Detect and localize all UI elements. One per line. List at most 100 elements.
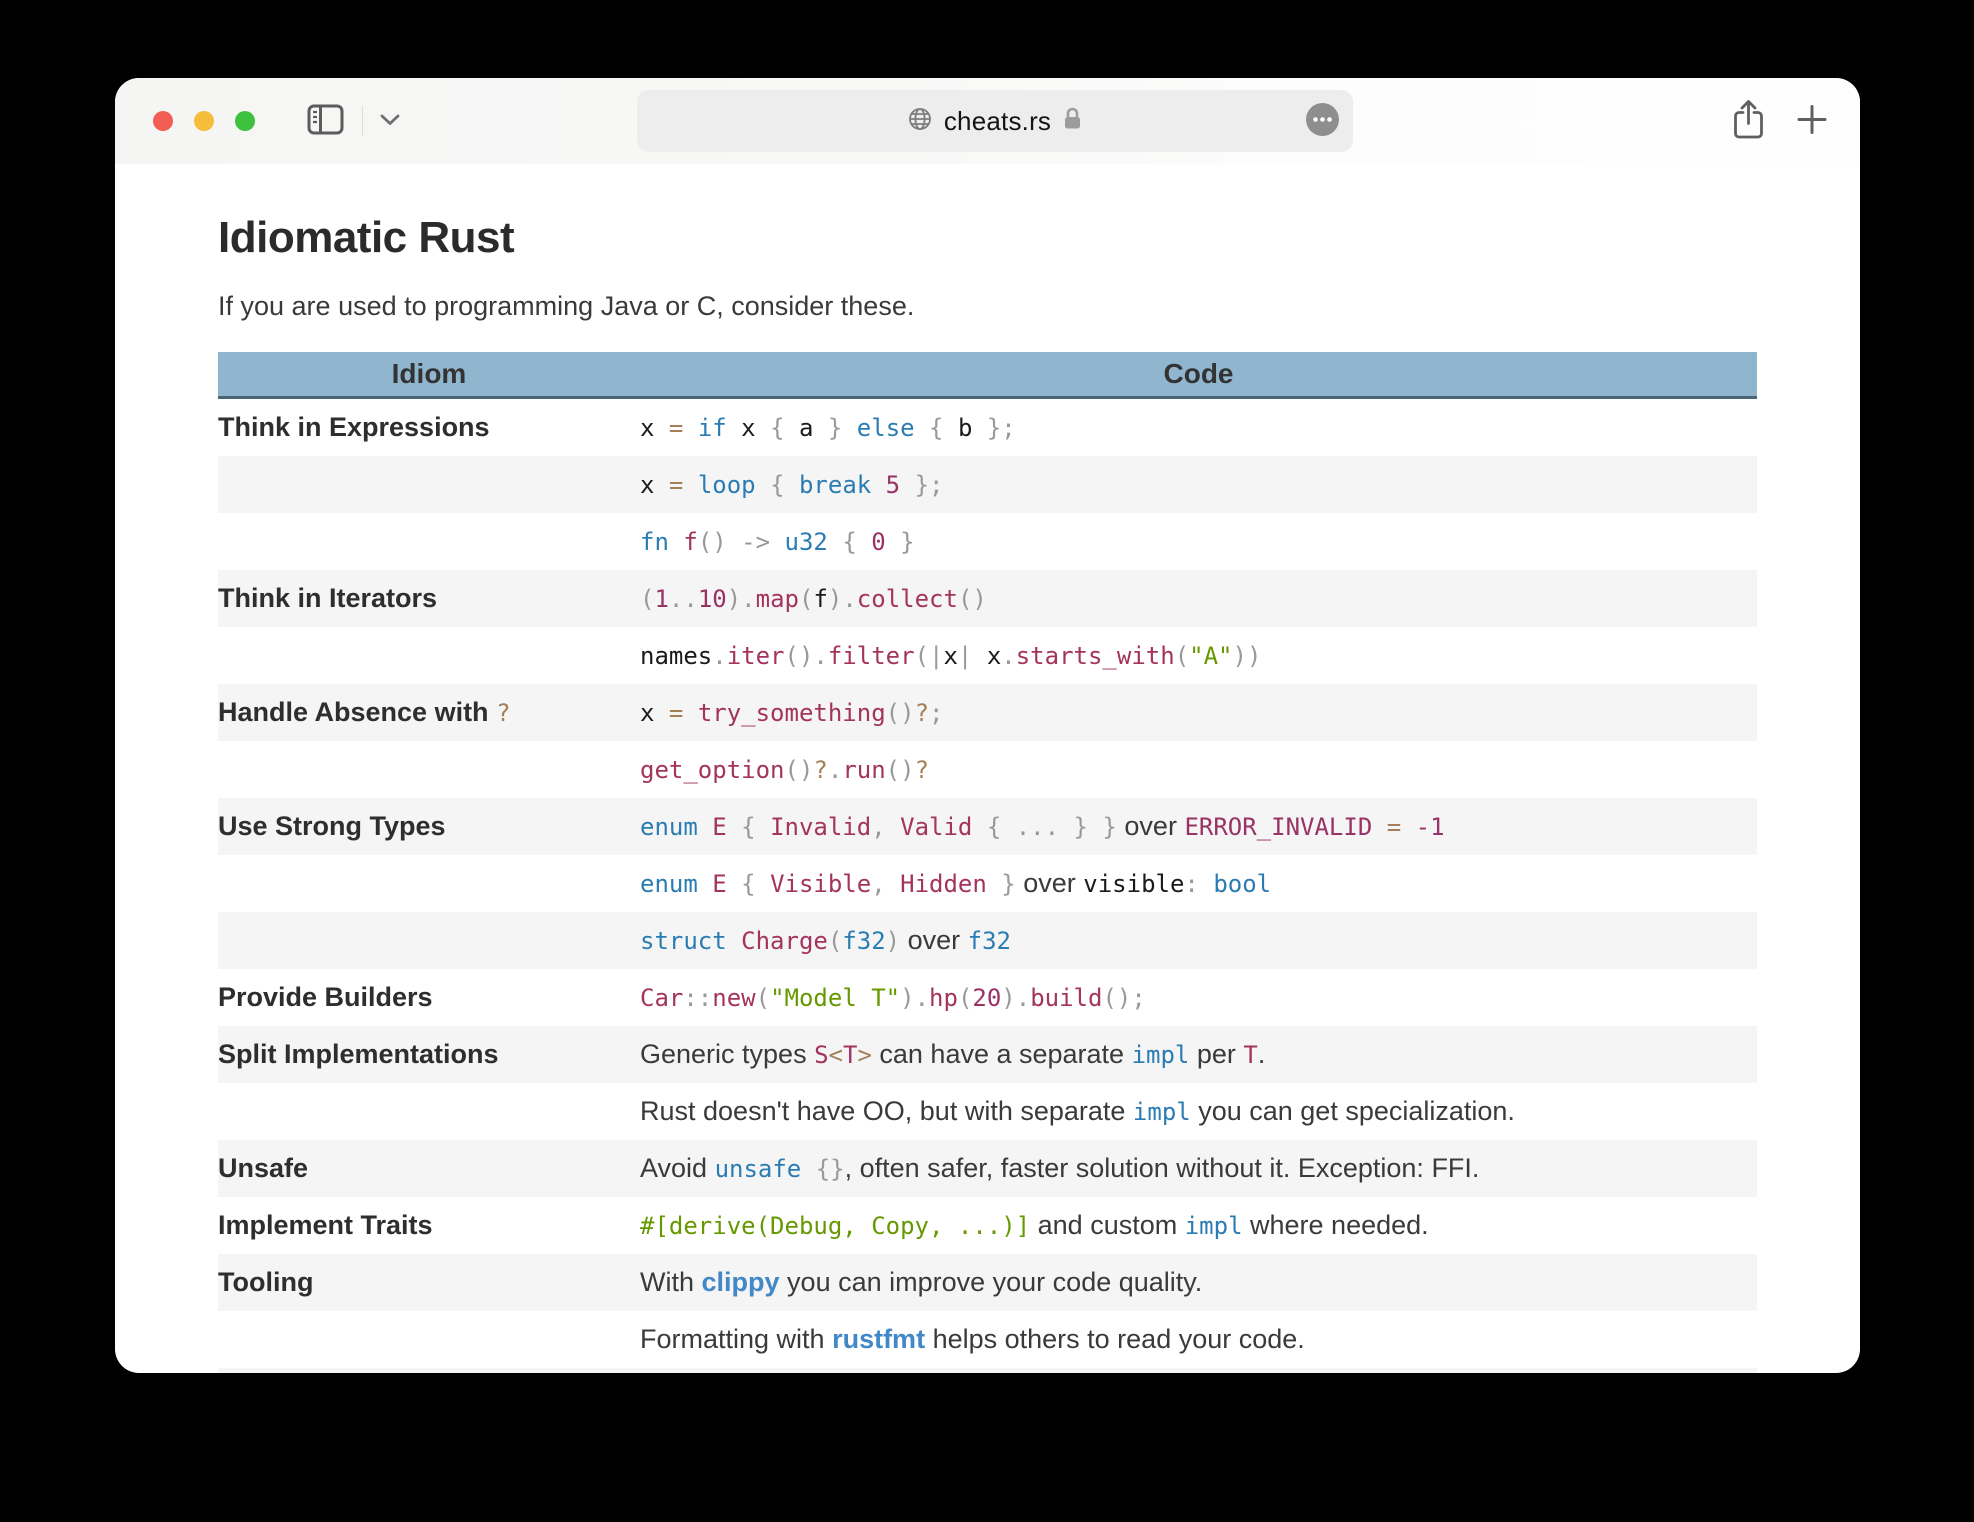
code-cell: Avoid unsafe {}, often safer, faster sol…	[640, 1140, 1757, 1197]
table-row: Handle Absence with ?x = try_something()…	[218, 684, 1757, 741]
table-row: Think in Expressions x = if x { a } else …	[218, 398, 1757, 457]
code-token	[727, 927, 741, 955]
code-token: ..	[669, 585, 698, 613]
code-token: (	[640, 585, 654, 613]
text-token: Think in Iterators	[218, 583, 437, 613]
header-idiom: Idiom	[218, 352, 640, 398]
code-token: Valid	[900, 813, 972, 841]
code-token	[698, 813, 712, 841]
page-content: Idiomatic Rust If you are used to progra…	[115, 212, 1860, 1373]
code-cell: Generic types S<T> can have a separate i…	[640, 1026, 1757, 1083]
link-clippy[interactable]: clippy	[702, 1267, 780, 1297]
code-token	[886, 870, 900, 898]
chevron-down-icon	[379, 113, 401, 129]
code-token: ).	[1001, 984, 1030, 1012]
text-token: per	[1189, 1039, 1243, 1069]
address-bar[interactable]: cheats.rs	[637, 90, 1353, 152]
code-token	[972, 813, 986, 841]
code-token: {	[741, 870, 755, 898]
idiom-cell	[218, 912, 640, 969]
idiom-cell: Handle Absence with ?	[218, 684, 640, 741]
code-token	[900, 471, 914, 499]
code-token: hp	[929, 984, 958, 1012]
idiom-cell: Think in Expressions	[218, 398, 640, 457]
code-token	[1001, 813, 1015, 841]
code-cell: Formatting with rustfmt helps others to …	[640, 1311, 1757, 1368]
code-cell: x = if x { a } else { b };	[640, 398, 1757, 457]
text-token: , often safer, faster solution without i…	[845, 1153, 1480, 1183]
code-token: collect	[857, 585, 958, 613]
code-token: }	[1001, 870, 1015, 898]
code-token: -1	[1416, 813, 1445, 841]
code-token: .	[1001, 642, 1015, 670]
text-token: Split Implementations	[218, 1039, 499, 1069]
zoom-button[interactable]	[235, 111, 255, 131]
code-token: build	[1030, 984, 1102, 1012]
code-token: }	[900, 528, 914, 556]
code-token	[756, 471, 770, 499]
text-token: where needed.	[1243, 1210, 1429, 1240]
table-row: struct Charge(f32) over f32	[218, 912, 1757, 969]
share-button[interactable]	[1731, 99, 1766, 144]
code-token: visible	[1083, 870, 1184, 898]
code-token	[669, 528, 683, 556]
minimize-button[interactable]	[194, 111, 214, 131]
text-token: you can get specialization.	[1191, 1096, 1515, 1126]
code-token: =	[669, 699, 683, 727]
close-button[interactable]	[153, 111, 173, 131]
idiom-cell	[218, 1368, 640, 1373]
table-row: Formatting with rustfmt helps others to …	[218, 1311, 1757, 1368]
link-rustfmt[interactable]: rustfmt	[832, 1324, 925, 1354]
code-token	[1199, 870, 1213, 898]
table-row: Implement Traits#[derive(Debug, Copy, ..…	[218, 1197, 1757, 1254]
code-token: 10	[698, 585, 727, 613]
code-token: ?	[915, 756, 929, 784]
text-token: over	[1117, 811, 1185, 841]
code-token: if	[698, 414, 727, 442]
code-token: ().	[785, 642, 828, 670]
code-cell: x = loop { break 5 };	[640, 456, 1757, 513]
table-row: enum E { Visible, Hidden } over visible:…	[218, 855, 1757, 912]
share-icon	[1731, 99, 1766, 144]
code-token: x	[727, 414, 770, 442]
text-token: can have a separate	[872, 1039, 1132, 1069]
code-cell: get_option()?.run()?	[640, 741, 1757, 798]
code-token: 0	[871, 528, 885, 556]
table-row: x = loop { break 5 };	[218, 456, 1757, 513]
text-token: Rust doesn't have OO, but with separate	[640, 1096, 1133, 1126]
code-token	[770, 528, 784, 556]
code-token	[1059, 813, 1073, 841]
idiom-cell	[218, 627, 640, 684]
table-row: ToolingWith clippy you can improve your …	[218, 1254, 1757, 1311]
code-token	[683, 471, 697, 499]
code-token: {	[842, 528, 856, 556]
text-token: Think in Expressions	[218, 412, 490, 442]
table-header-row: Idiom Code	[218, 352, 1757, 398]
new-tab-button[interactable]	[1796, 104, 1828, 139]
idiom-cell: Use Strong Types	[218, 798, 640, 855]
code-token: ->	[741, 528, 770, 556]
page-settings-button[interactable]	[1306, 103, 1339, 139]
code-token: fn	[640, 528, 669, 556]
idiom-cell	[218, 513, 640, 570]
code-token: {	[770, 471, 784, 499]
code-token	[886, 528, 900, 556]
table-row: Split Implementations Generic types S<T> …	[218, 1026, 1757, 1083]
code-token: bool	[1213, 870, 1271, 898]
idiom-cell: Tooling	[218, 1254, 640, 1311]
code-cell: x = try_something()?;	[640, 684, 1757, 741]
url-text: cheats.rs	[944, 106, 1051, 137]
code-token: new	[712, 984, 755, 1012]
tab-overview-button[interactable]	[379, 113, 401, 129]
code-token: }	[1102, 813, 1116, 841]
code-token: x	[943, 642, 957, 670]
code-token: else	[857, 414, 915, 442]
sidebar-toggle-button[interactable]	[307, 104, 344, 138]
code-token: ).	[828, 585, 857, 613]
code-cell: struct Charge(f32) over f32	[640, 912, 1757, 969]
code-token: }	[1074, 813, 1088, 841]
text-token: .	[1258, 1039, 1266, 1069]
code-token: names	[640, 642, 712, 670]
code-token: "A"	[1189, 642, 1232, 670]
idiom-cell: Provide Builders	[218, 969, 640, 1026]
